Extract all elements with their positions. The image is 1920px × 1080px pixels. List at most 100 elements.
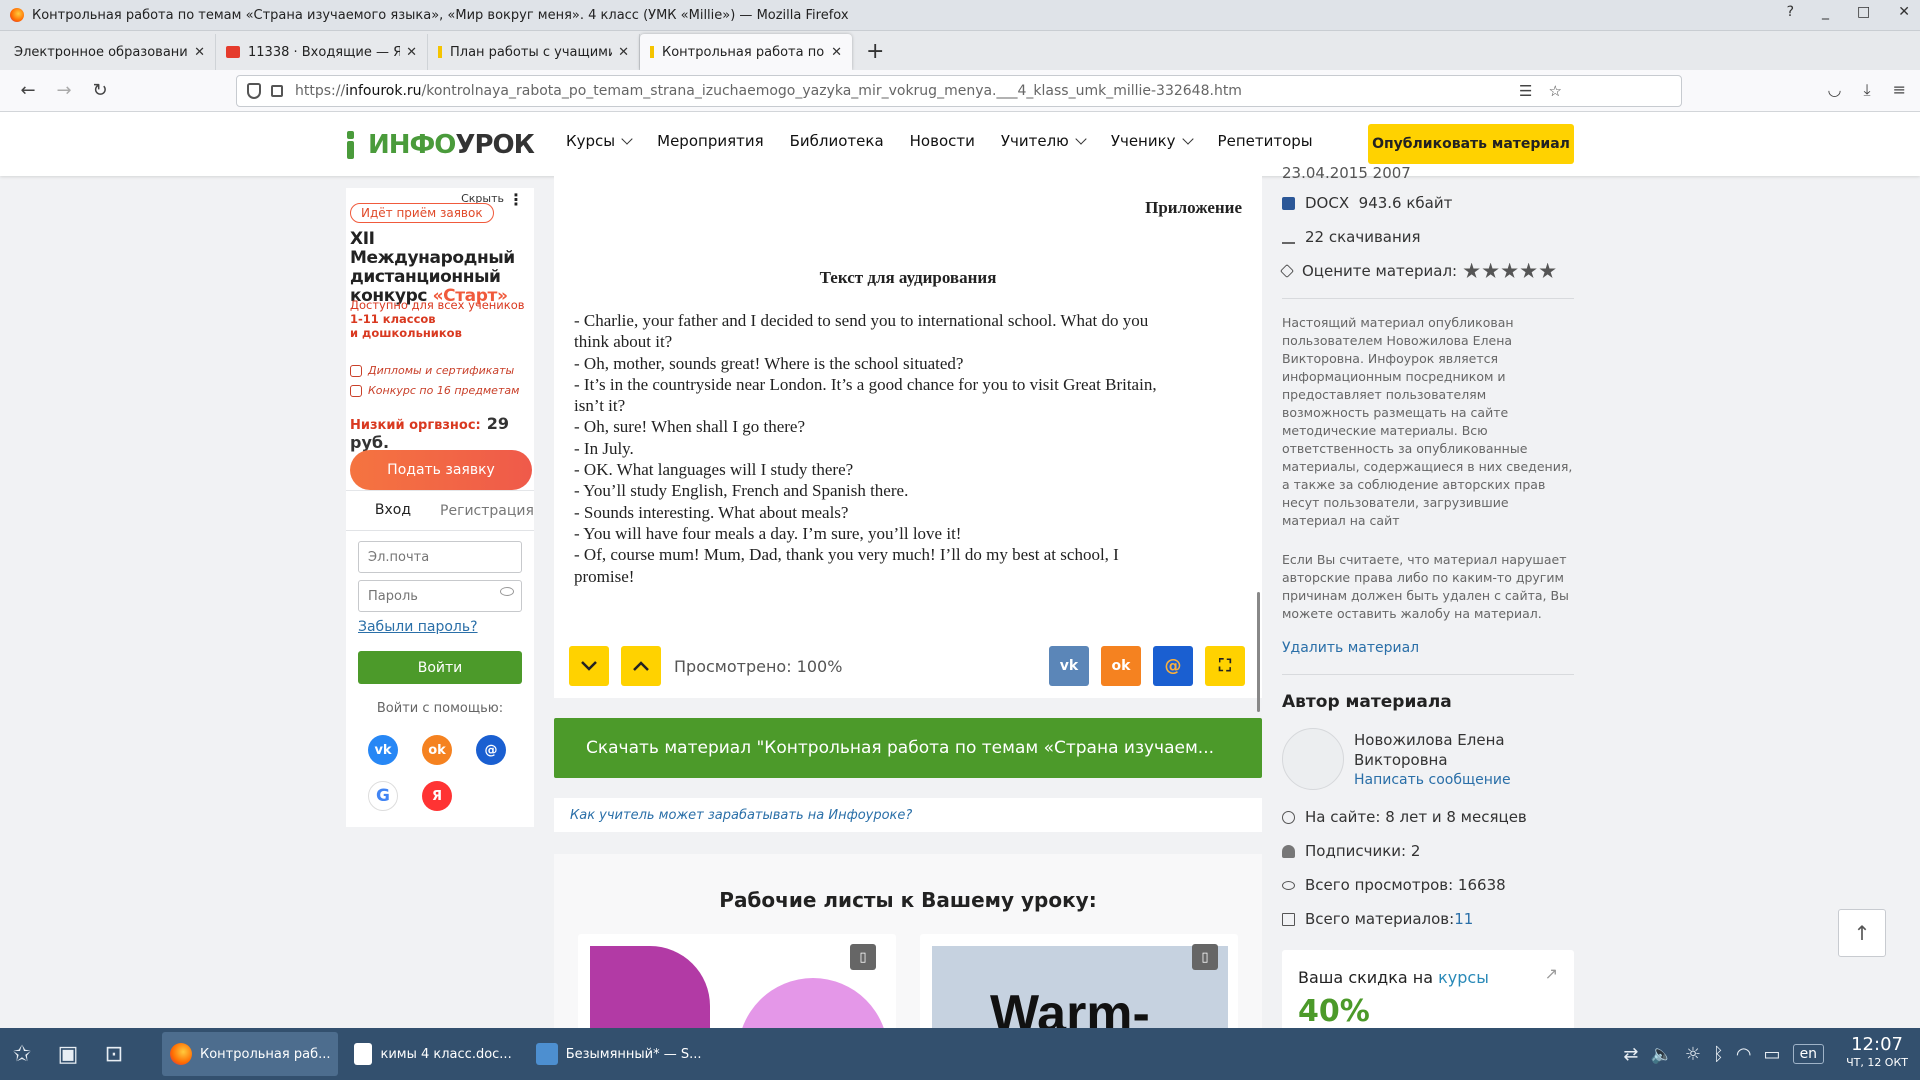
tab-work-plan[interactable]: План работы с учащимися ✕: [428, 34, 640, 70]
url-text[interactable]: https://infourok.ru/kontrolnaya_rabota_p…: [295, 83, 1242, 99]
new-tab-icon[interactable]: +: [852, 39, 898, 70]
tab-register[interactable]: Регистрация: [440, 491, 534, 530]
menu-courses[interactable]: Курсы: [566, 132, 631, 150]
password-field[interactable]: [358, 580, 522, 612]
delete-material-link[interactable]: Удалить материал: [1282, 640, 1419, 656]
star-icon[interactable]: [1520, 262, 1537, 278]
window-titlebar: Контрольная работа по темам «Страна изуч…: [0, 0, 1920, 31]
menu-teacher[interactable]: Учителю: [1001, 132, 1085, 150]
mailru-icon[interactable]: @: [476, 735, 506, 765]
clock[interactable]: 12:07 ЧТ, 12 ОКТ: [1846, 1036, 1908, 1072]
ad-avail-line: Доступно для всех учеников: [350, 298, 525, 312]
arrow-up-right-icon[interactable]: ↗: [1545, 964, 1558, 983]
minimize-icon[interactable]: _: [1822, 4, 1829, 20]
task-firefox[interactable]: Контрольная раб...: [162, 1032, 339, 1076]
network-share-icon[interactable]: ⇄: [1623, 1044, 1638, 1065]
menu-library[interactable]: Библиотека: [790, 132, 884, 150]
reload-icon[interactable]: ↻: [82, 80, 118, 101]
close-icon[interactable]: ✕: [1898, 4, 1910, 20]
document-scrollbar[interactable]: [1257, 592, 1260, 712]
shield-icon[interactable]: [247, 83, 261, 99]
star-icon[interactable]: [1501, 262, 1518, 278]
rating-row: Оцените материал:: [1279, 262, 1556, 280]
menu-events[interactable]: Мероприятия: [657, 132, 763, 150]
earn-link[interactable]: Как учитель может зарабатывать на Инфоур…: [554, 798, 1262, 832]
keyboard-layout[interactable]: en: [1792, 1044, 1825, 1064]
downloads-icon[interactable]: ⤓: [1864, 80, 1871, 100]
brightness-icon[interactable]: ☼: [1685, 1044, 1701, 1065]
lock-icon[interactable]: [271, 85, 283, 97]
odnoklassniki-icon[interactable]: ok: [422, 735, 452, 765]
apply-button[interactable]: Подать заявку: [350, 450, 532, 490]
tab-yandex-mail[interactable]: 11338 · Входящие — Яндекс ✕: [216, 34, 428, 70]
vk-icon[interactable]: vk: [368, 735, 398, 765]
worksheet-card[interactable]: Warm- ▯: [920, 934, 1238, 1028]
toolbar-right: ◡ ⤓ ≡: [1828, 80, 1906, 100]
star-outline-icon: [1279, 263, 1295, 279]
show-password-icon[interactable]: [500, 587, 514, 596]
status-pill: Идёт приём заявок: [350, 203, 494, 223]
page-up-button[interactable]: [621, 646, 661, 686]
text-line: - You will have four meals a day. I’m su…: [574, 523, 962, 543]
page-down-button[interactable]: [569, 646, 609, 686]
google-icon[interactable]: G: [368, 781, 398, 811]
volume-icon[interactable]: 🔈: [1650, 1044, 1672, 1065]
fullscreen-icon[interactable]: ⛶: [1205, 646, 1245, 686]
share-mailru-icon[interactable]: @: [1153, 646, 1193, 686]
more-options-icon[interactable]: ⋮: [508, 190, 524, 209]
discount-card[interactable]: Ваша скидка на курсы ↗ 40%: [1282, 950, 1574, 1028]
start-menu-icon[interactable]: ✩: [4, 1036, 40, 1072]
rating-stars[interactable]: [1463, 262, 1556, 280]
avatar[interactable]: [1282, 728, 1344, 790]
close-tab-icon[interactable]: ✕: [194, 45, 205, 60]
write-message-link[interactable]: Написать сообщение: [1354, 770, 1511, 790]
close-tab-icon[interactable]: ✕: [831, 45, 842, 60]
bookmark-icon[interactable]: ▯: [850, 944, 876, 970]
infourok-logo[interactable]: ИНФО УРОК: [344, 130, 535, 160]
wifi-icon[interactable]: ◠: [1736, 1044, 1752, 1065]
bookmark-icon[interactable]: ▯: [1192, 944, 1218, 970]
close-tab-icon[interactable]: ✕: [618, 45, 629, 60]
menu-student[interactable]: Ученику: [1111, 132, 1192, 150]
materials-count[interactable]: 11: [1454, 910, 1473, 928]
battery-icon[interactable]: ▭: [1764, 1044, 1781, 1065]
star-icon[interactable]: [1539, 262, 1556, 278]
taskbar: ✩ ▣ ⊡ Контрольная раб... кимы 4 класс.do…: [0, 1028, 1920, 1080]
author-name[interactable]: Викторовна: [1354, 750, 1511, 770]
task-untitled[interactable]: Безымянный* — S...: [528, 1032, 710, 1076]
email-field[interactable]: [358, 541, 522, 573]
ad-fee-label: Низкий оргвзнос:: [350, 418, 481, 433]
help-icon[interactable]: ?: [1787, 4, 1794, 20]
worksheets-section: Рабочие листы к Вашему уроку: ▯ Warm- ▯: [554, 854, 1262, 1028]
show-desktop-icon[interactable]: ⊡: [96, 1036, 132, 1072]
tab-control-work[interactable]: Контрольная работа по т ✕: [640, 34, 852, 70]
share-ok-icon[interactable]: ok: [1101, 646, 1141, 686]
address-bar[interactable]: https://infourok.ru/kontrolnaya_rabota_p…: [236, 75, 1682, 107]
login-button[interactable]: Войти: [358, 651, 522, 684]
download-button[interactable]: Скачать материал "Контрольная работа по …: [554, 718, 1262, 778]
menu-news[interactable]: Новости: [910, 132, 975, 150]
window-switcher-icon[interactable]: ▣: [50, 1036, 86, 1072]
courses-link[interactable]: курсы: [1438, 968, 1489, 987]
worksheet-card[interactable]: ▯: [578, 934, 896, 1028]
tab-login[interactable]: Вход: [346, 491, 440, 530]
yandex-icon[interactable]: Я: [422, 781, 452, 811]
forgot-password-link[interactable]: Забыли пароль?: [358, 619, 478, 635]
author-name[interactable]: Новожилова Елена: [1354, 730, 1511, 750]
maximize-icon[interactable]: □: [1857, 4, 1870, 20]
pocket-icon[interactable]: ◡: [1828, 80, 1842, 100]
share-vk-icon[interactable]: vk: [1049, 646, 1089, 686]
tab-electronic-education[interactable]: Электронное образование Р ✕: [4, 34, 216, 70]
task-document[interactable]: кимы 4 класс.doc...: [346, 1032, 519, 1076]
star-icon[interactable]: [1463, 262, 1480, 278]
scroll-to-top-button[interactable]: ↑: [1838, 909, 1886, 957]
star-icon[interactable]: [1482, 262, 1499, 278]
close-tab-icon[interactable]: ✕: [406, 45, 417, 60]
menu-icon[interactable]: ≡: [1893, 80, 1906, 100]
bluetooth-icon[interactable]: ᛒ: [1713, 1044, 1724, 1065]
task-label: кимы 4 класс.doc...: [380, 1046, 512, 1062]
text-line: - It’s in the countryside near London. I…: [574, 374, 1157, 394]
worksheet-thumbnail-shape: [738, 978, 888, 1028]
forward-icon[interactable]: →: [46, 80, 82, 101]
back-icon[interactable]: ←: [10, 80, 46, 101]
